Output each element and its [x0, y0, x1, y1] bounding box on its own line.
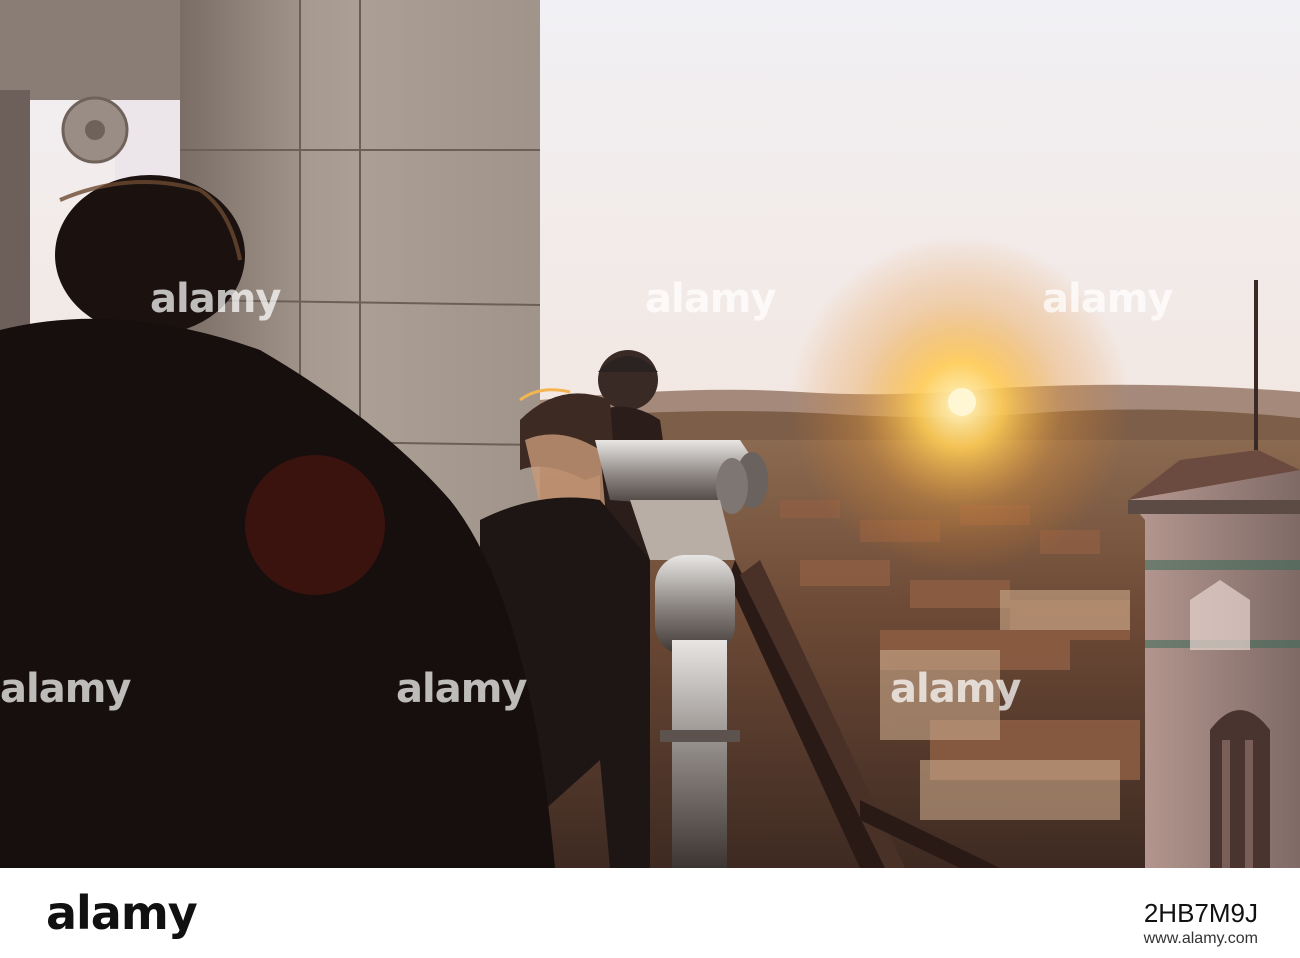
watermark: alamy: [0, 666, 131, 712]
watermark: alamy: [1042, 276, 1173, 322]
stock-footer: alamy 2HB7M9J www.alamy.com: [0, 868, 1300, 958]
image-id: 2HB7M9J: [1143, 898, 1258, 928]
sun-core: [948, 388, 976, 416]
watermark: alamy: [645, 276, 776, 322]
watermark: alamy: [150, 276, 281, 322]
lens-flare: [245, 455, 385, 595]
alamy-logo: alamy: [46, 886, 198, 940]
watermark: alamy: [890, 666, 1021, 712]
watermark: alamy: [396, 666, 527, 712]
photo-scene: [0, 0, 1300, 868]
site-url: www.alamy.com: [1143, 930, 1258, 947]
